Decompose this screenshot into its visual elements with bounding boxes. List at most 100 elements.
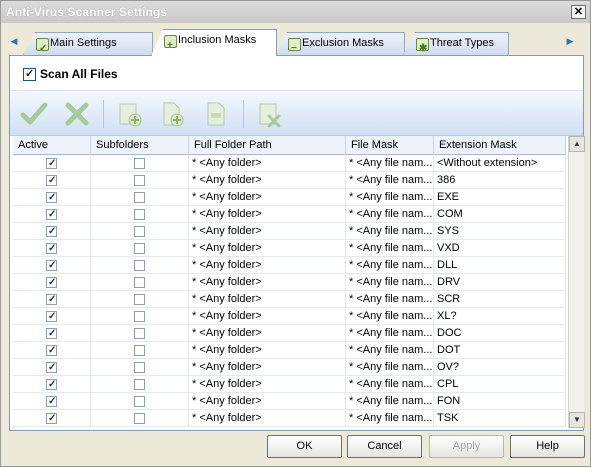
active-checkbox[interactable]	[46, 360, 57, 376]
tab-scroll-right-icon[interactable]: ▶	[565, 35, 575, 47]
close-icon[interactable]: ✕	[571, 5, 586, 19]
help-button[interactable]: Help	[510, 435, 585, 458]
extension-mask-cell: EXE	[434, 189, 566, 206]
active-checkbox[interactable]	[46, 224, 57, 240]
add-mask-icon[interactable]	[201, 99, 231, 129]
table-row[interactable]: * <Any folder> * <Any file nam... 386	[13, 172, 566, 189]
table-row[interactable]: * <Any folder> * <Any file nam... OV?	[13, 359, 566, 376]
table-row[interactable]: * <Any folder> * <Any file nam... EXE	[13, 189, 566, 206]
table-row[interactable]: * <Any folder> * <Any file nam... SCR	[13, 291, 566, 308]
active-checkbox[interactable]	[46, 411, 57, 427]
table-row[interactable]: * <Any folder> * <Any file nam... DOC	[13, 325, 566, 342]
folder-path-cell: * <Any folder>	[189, 376, 346, 393]
subfolders-checkbox[interactable]	[134, 243, 145, 254]
tab-scroll-left-icon[interactable]: ◀	[9, 35, 19, 47]
check-icon[interactable]	[19, 99, 49, 129]
folder-path-cell: * <Any folder>	[189, 223, 346, 240]
subfolders-checkbox[interactable]	[134, 192, 145, 203]
subfolders-cell	[91, 393, 189, 410]
vertical-scrollbar[interactable]: ▲ ▼	[568, 136, 585, 428]
subfolders-checkbox[interactable]	[134, 209, 145, 220]
toolbar-separator	[243, 100, 244, 128]
settings-window: Anti-Virus Scanner Settings ✕ ◀ ✓ Main S…	[0, 0, 591, 467]
add-file-icon[interactable]	[158, 99, 188, 129]
title-bar[interactable]: Anti-Virus Scanner Settings ✕	[1, 1, 590, 23]
subfolders-checkbox[interactable]	[134, 413, 145, 424]
extension-mask-cell: DOC	[434, 325, 566, 342]
subfolders-checkbox[interactable]	[134, 396, 145, 407]
active-checkbox[interactable]	[46, 258, 57, 274]
add-folder-icon[interactable]	[115, 99, 145, 129]
delete-entry-icon[interactable]	[255, 99, 285, 129]
folder-path-cell: * <Any folder>	[189, 359, 346, 376]
active-checkbox[interactable]	[46, 275, 57, 291]
subfolders-checkbox[interactable]	[134, 260, 145, 271]
tab-inclusion-masks[interactable]: + Inclusion Masks	[151, 29, 277, 56]
table-row[interactable]: * <Any folder> * <Any file nam... VXD	[13, 240, 566, 257]
tab-exclusion-masks[interactable]: − Exclusion Masks	[275, 32, 405, 55]
column-header-subfolders[interactable]: Subfolders	[91, 136, 189, 155]
column-header-file-mask[interactable]: File Mask	[346, 136, 434, 155]
tab-main-settings[interactable]: ✓ Main Settings	[23, 32, 153, 55]
active-checkbox[interactable]	[46, 156, 57, 172]
scan-all-files-option[interactable]: Scan All Files	[23, 67, 118, 83]
folder-path-cell: * <Any folder>	[189, 291, 346, 308]
ok-button[interactable]: OK	[267, 435, 342, 458]
active-checkbox[interactable]	[46, 309, 57, 325]
active-checkbox[interactable]	[46, 377, 57, 393]
active-checkbox[interactable]	[46, 292, 57, 308]
table-row[interactable]: * <Any folder> * <Any file nam... SYS	[13, 223, 566, 240]
file-mask-cell: * <Any file nam...	[346, 325, 434, 342]
inclusion-masks-table: Active Subfolders Full Folder Path File …	[13, 136, 585, 428]
extension-mask-cell: SCR	[434, 291, 566, 308]
active-cell	[13, 274, 91, 291]
apply-button[interactable]: Apply	[429, 435, 504, 458]
active-cell	[13, 325, 91, 342]
cancel-button[interactable]: Cancel	[347, 435, 422, 458]
subfolders-checkbox[interactable]	[134, 226, 145, 237]
scroll-down-icon[interactable]: ▼	[569, 412, 585, 428]
cross-icon[interactable]	[62, 99, 92, 129]
scan-all-files-label: Scan All Files	[40, 67, 118, 81]
active-checkbox[interactable]	[46, 207, 57, 223]
active-checkbox[interactable]	[46, 190, 57, 206]
column-header-active[interactable]: Active	[13, 136, 91, 155]
table-row[interactable]: * <Any folder> * <Any file nam... FON	[13, 393, 566, 410]
subfolders-cell	[91, 325, 189, 342]
scroll-up-icon[interactable]: ▲	[569, 136, 585, 152]
tab-threat-types[interactable]: ✱ Threat Types	[403, 32, 509, 55]
subfolders-checkbox[interactable]	[134, 175, 145, 186]
file-mask-cell: * <Any file nam...	[346, 172, 434, 189]
subfolders-checkbox[interactable]	[134, 379, 145, 390]
table-row[interactable]: * <Any folder> * <Any file nam... DLL	[13, 257, 566, 274]
column-header-extension-mask[interactable]: Extension Mask	[434, 136, 566, 155]
folder-path-cell: * <Any folder>	[189, 206, 346, 223]
subfolders-checkbox[interactable]	[134, 277, 145, 288]
table-row[interactable]: * <Any folder> * <Any file nam... DRV	[13, 274, 566, 291]
subfolders-checkbox[interactable]	[134, 328, 145, 339]
active-checkbox[interactable]	[46, 394, 57, 410]
subfolders-checkbox[interactable]	[134, 345, 145, 356]
table-row[interactable]: * <Any folder> * <Any file nam... <Witho…	[13, 155, 566, 172]
subfolders-cell	[91, 359, 189, 376]
active-cell	[13, 189, 91, 206]
table-row[interactable]: * <Any folder> * <Any file nam... DOT	[13, 342, 566, 359]
table-row[interactable]: * <Any folder> * <Any file nam... XL?	[13, 308, 566, 325]
active-checkbox[interactable]	[46, 173, 57, 189]
subfolders-checkbox[interactable]	[134, 158, 145, 169]
active-checkbox[interactable]	[46, 343, 57, 359]
file-mask-cell: * <Any file nam...	[346, 376, 434, 393]
table-row[interactable]: * <Any folder> * <Any file nam... CPL	[13, 376, 566, 393]
active-checkbox[interactable]	[46, 241, 57, 257]
table-row[interactable]: * <Any folder> * <Any file nam... TSK	[13, 410, 566, 427]
subfolders-cell	[91, 342, 189, 359]
active-checkbox[interactable]	[46, 326, 57, 342]
subfolders-checkbox[interactable]	[134, 311, 145, 322]
column-header-folder-path[interactable]: Full Folder Path	[189, 136, 346, 155]
table-row[interactable]: * <Any folder> * <Any file nam... COM	[13, 206, 566, 223]
add-icon: +	[164, 35, 177, 51]
extension-mask-cell: CPL	[434, 376, 566, 393]
scan-all-files-checkbox[interactable]	[23, 67, 36, 81]
subfolders-checkbox[interactable]	[134, 362, 145, 373]
subfolders-checkbox[interactable]	[134, 294, 145, 305]
